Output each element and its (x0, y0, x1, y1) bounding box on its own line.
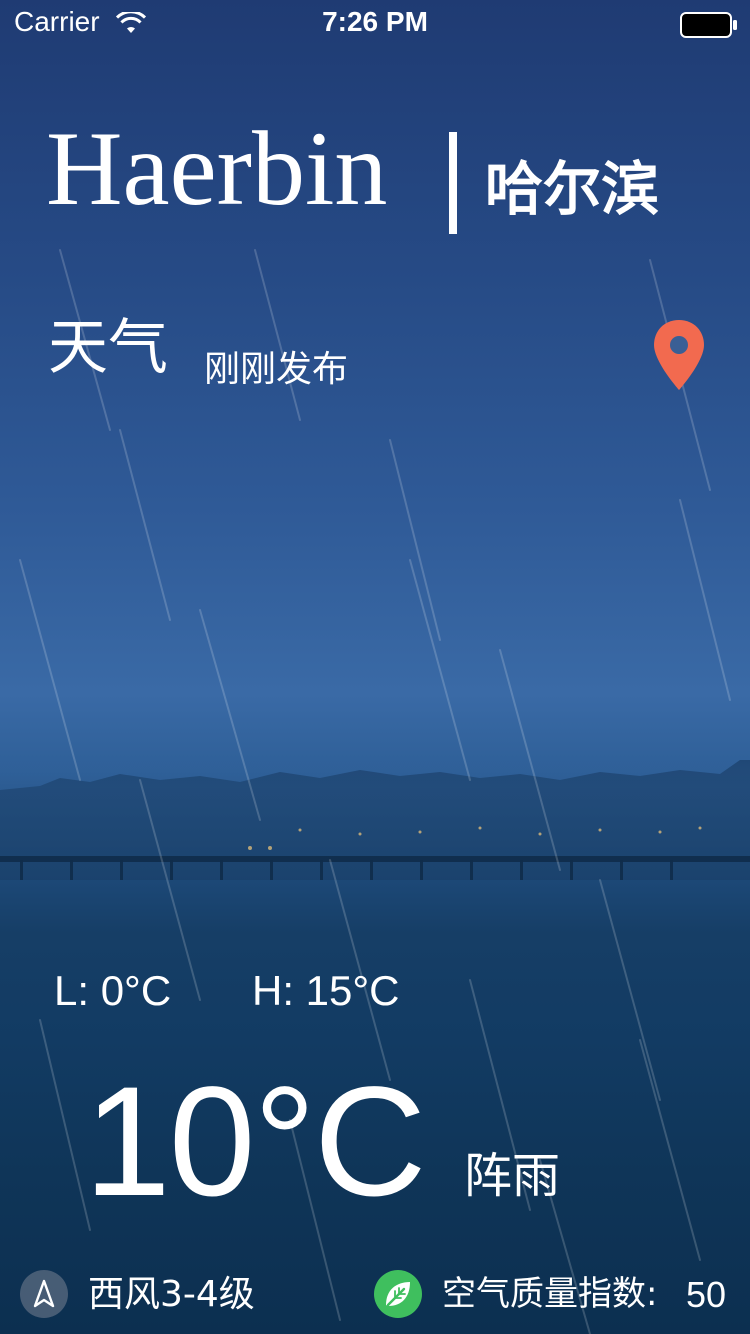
status-time: 7:26 PM (322, 6, 428, 37)
wind-direction-icon (33, 1279, 55, 1308)
weather-screen: Carrier 7:26 PM Haerbin 哈尔滨 天气 刚刚发布 L: 0… (0, 0, 750, 1334)
publish-time: 刚刚发布 (204, 349, 349, 390)
temp-low: L: 0°C (54, 967, 172, 1014)
status-bar: Carrier 7:26 PM (0, 0, 750, 50)
city-skyline-background (0, 760, 750, 880)
aqi-label: 空气质量指数: (442, 1274, 658, 1314)
location-pin-icon[interactable] (650, 318, 708, 392)
current-temperature: 10°C (84, 1055, 427, 1229)
title-divider (449, 132, 457, 234)
city-name-english: Haerbin (46, 110, 388, 227)
aqi-value: 50 (686, 1274, 727, 1315)
weather-condition: 阵雨 (464, 1148, 561, 1204)
weather-label: 天气 (48, 313, 168, 383)
battery-icon (680, 12, 737, 38)
city-name-chinese: 哈尔滨 (485, 155, 660, 223)
wind-badge (20, 1270, 68, 1318)
leaf-icon (386, 1282, 410, 1307)
aqi-badge (374, 1270, 422, 1318)
wind-info: 西风3-4级 (88, 1274, 255, 1315)
temp-high: H: 15°C (252, 967, 400, 1014)
